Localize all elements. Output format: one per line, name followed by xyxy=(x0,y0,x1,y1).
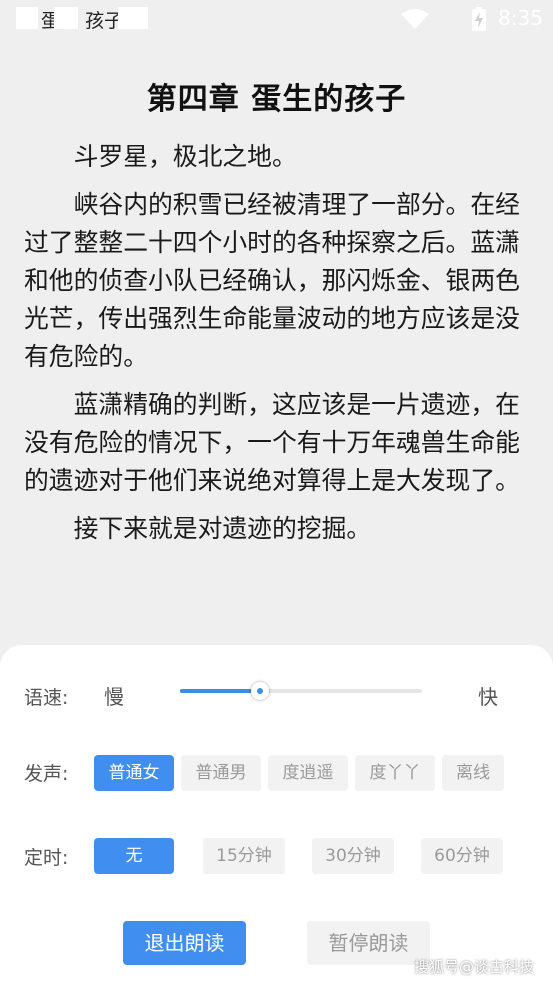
voice-option-duxiaoyao[interactable]: 度逍遥 xyxy=(268,755,348,791)
redaction-block xyxy=(16,7,38,29)
timer-option-30min[interactable]: 30分钟 xyxy=(312,838,394,874)
chapter-title: 第四章 蛋生的孩子 xyxy=(146,82,407,117)
paragraph: 斗罗星，极北之地。 xyxy=(73,142,297,171)
timer-option-15min[interactable]: 15分钟 xyxy=(203,838,285,874)
battery-charging-icon xyxy=(472,7,486,31)
pause-reading-button[interactable]: 暂停朗读 xyxy=(307,921,430,965)
redaction-block xyxy=(118,7,148,29)
speed-label: 语速: xyxy=(24,687,69,709)
exit-reading-button[interactable]: 退出朗读 xyxy=(123,921,246,965)
status-time: 8:35 xyxy=(498,6,543,30)
speed-slider-fill xyxy=(180,689,260,693)
voice-option-offline[interactable]: 离线 xyxy=(442,755,504,791)
speed-slider-thumb[interactable] xyxy=(251,682,269,700)
speed-slider[interactable] xyxy=(180,682,422,700)
speed-slow-label: 慢 xyxy=(104,685,124,709)
timer-option-none[interactable]: 无 xyxy=(94,838,174,874)
voice-label: 发声: xyxy=(24,763,69,785)
paragraph: 峡谷内的积雪已经被清理了一部分。在经过了整整二十四个小时的各种探察之后。蓝潇和他… xyxy=(24,190,520,371)
redaction-block xyxy=(54,7,78,29)
status-bar: 凹 蛋生 孩子 8:35 xyxy=(0,0,553,36)
speed-fast-label: 快 xyxy=(478,685,498,709)
watermark: 搜狐号@谈古科技 xyxy=(414,958,535,976)
voice-option-duyaya[interactable]: 度丫丫 xyxy=(355,755,435,791)
wifi-icon xyxy=(401,9,429,29)
voice-option-male[interactable]: 普通男 xyxy=(181,755,261,791)
reader-content: 斗罗星，极北之地。 峡谷内的积雪已经被清理了一部分。在经过了整整二十四个小时的各… xyxy=(24,138,535,558)
paragraph: 蓝潇精确的判断，这应该是一片遗迹，在没有危险的情况下，一个有十万年魂兽生命能的遗… xyxy=(24,390,520,495)
timer-option-60min[interactable]: 60分钟 xyxy=(421,838,503,874)
paragraph: 接下来就是对遗迹的挖掘。 xyxy=(73,514,372,543)
tts-settings-panel: 语速: 慢 快 发声: 普通女 普通男 度逍遥 度丫丫 离线 定时: 无 15分… xyxy=(0,645,553,983)
timer-label: 定时: xyxy=(24,847,69,869)
voice-option-female[interactable]: 普通女 xyxy=(94,755,174,791)
